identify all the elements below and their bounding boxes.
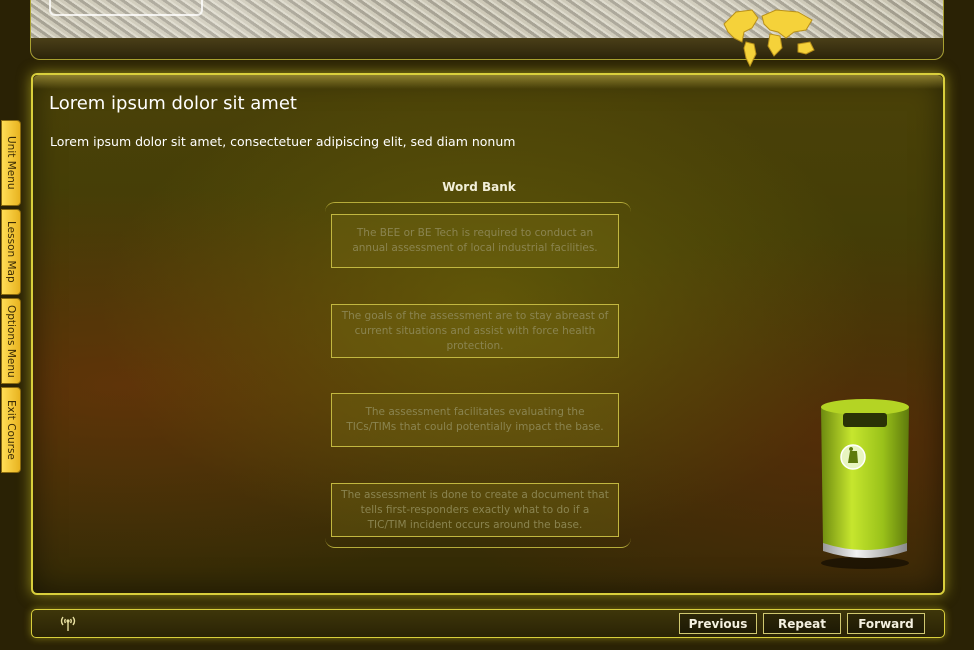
word-bank-card[interactable]: The BEE or BE Tech is required to conduc… (331, 214, 619, 268)
tab-label: Unit Menu (5, 136, 17, 190)
tab-lesson-map[interactable]: Lesson Map (1, 209, 21, 295)
tab-exit-course[interactable]: Exit Course (1, 387, 21, 473)
page-title: Lorem ipsum dolor sit amet (49, 93, 297, 114)
word-bank-card[interactable]: The goals of the assessment are to stay … (331, 304, 619, 358)
repeat-button[interactable]: Repeat (763, 613, 841, 634)
tab-label: Lesson Map (5, 221, 17, 283)
content-panel: Lorem ipsum dolor sit amet Lorem ipsum d… (31, 73, 945, 595)
bottom-nav-bar: Previous Repeat Forward (31, 609, 945, 638)
tab-unit-menu[interactable]: Unit Menu (1, 120, 21, 206)
logo-icon (49, 0, 203, 16)
tab-options-menu[interactable]: Options Menu (1, 298, 21, 384)
word-bank-card[interactable]: The assessment is done to create a docum… (331, 483, 619, 537)
world-map-icon (723, 9, 815, 68)
previous-button[interactable]: Previous (679, 613, 757, 634)
page-subtitle: Lorem ipsum dolor sit amet, consectetuer… (50, 134, 516, 149)
forward-button[interactable]: Forward (847, 613, 925, 634)
trash-can-drop-target[interactable] (817, 393, 917, 573)
tab-label: Exit Course (5, 400, 17, 460)
word-bank-card[interactable]: The assessment facilitates evaluating th… (331, 393, 619, 447)
broadcast-icon[interactable] (59, 613, 77, 633)
word-bank-title: Word Bank (442, 180, 516, 194)
tab-label: Options Menu (5, 304, 17, 378)
